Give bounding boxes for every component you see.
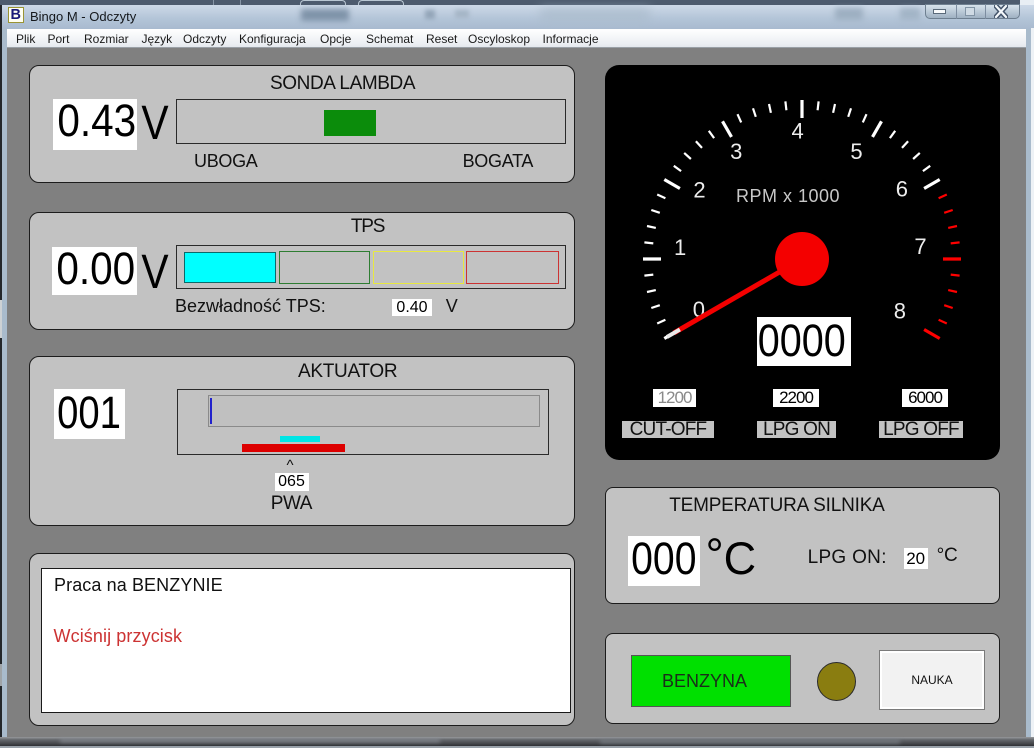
svg-text:8: 8 xyxy=(894,298,906,323)
svg-text:RPM x 1000: RPM x 1000 xyxy=(736,186,840,206)
svg-text:7: 7 xyxy=(914,234,926,259)
svg-text:3: 3 xyxy=(730,139,742,164)
svg-text:1: 1 xyxy=(674,235,686,260)
svg-text:6: 6 xyxy=(896,177,908,202)
svg-text:5: 5 xyxy=(850,139,862,164)
svg-text:4: 4 xyxy=(791,118,803,143)
svg-text:2: 2 xyxy=(693,178,705,203)
